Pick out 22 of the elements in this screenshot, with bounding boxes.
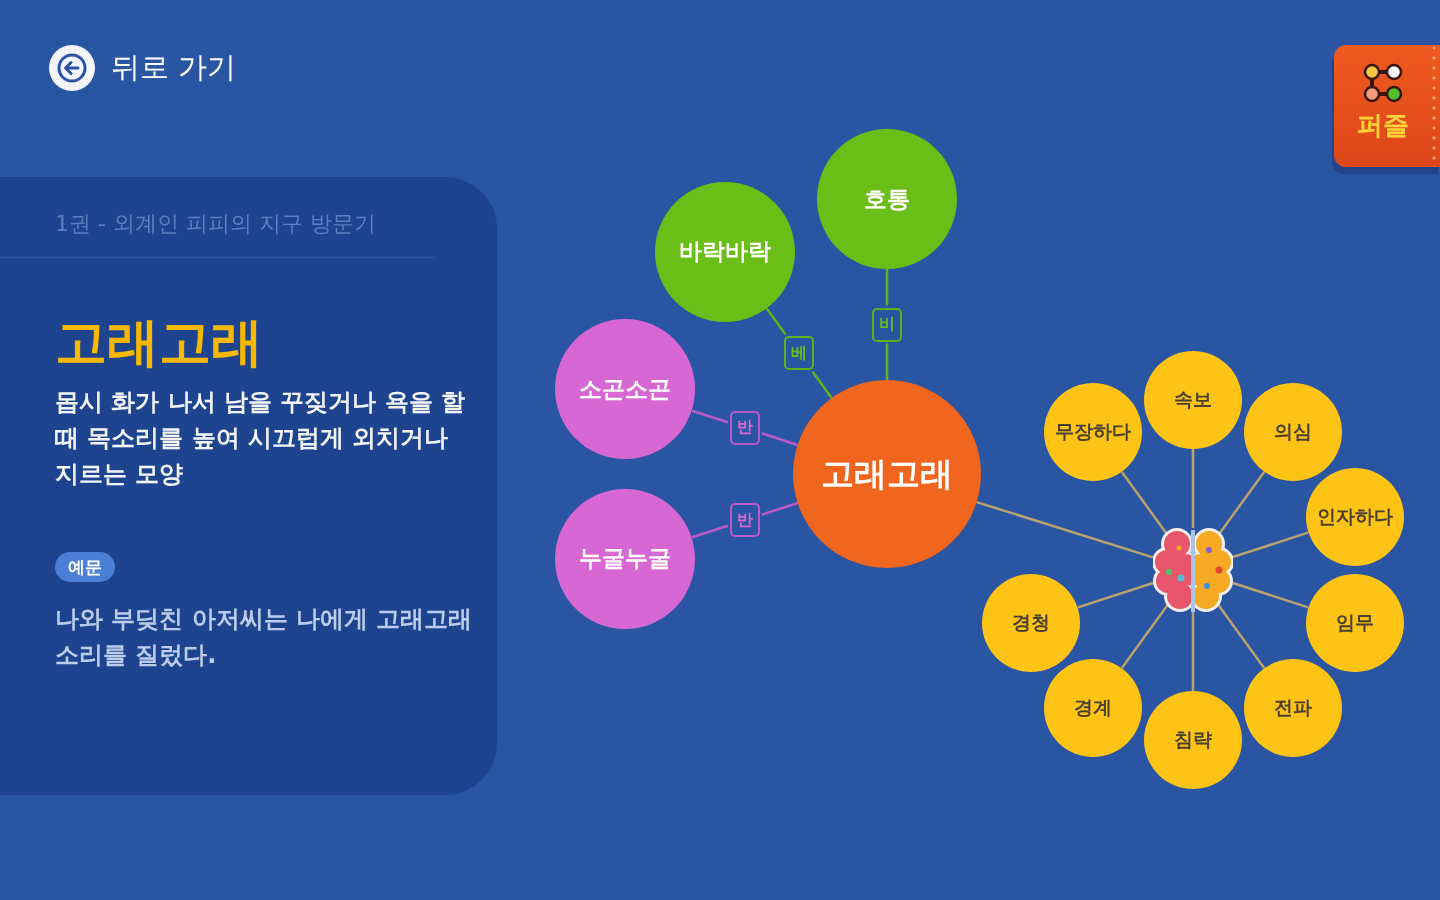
topic-word-node[interactable]: 의심 — [1243, 383, 1342, 482]
topic-word-node[interactable]: 경청 — [982, 573, 1081, 672]
book-title: 1권 - 외계인 피피의 지구 방문기 — [55, 210, 377, 238]
back-button[interactable]: 뒤로 가기 — [49, 45, 237, 91]
center-word-node: 고래고래 — [793, 380, 981, 568]
topic-word-node[interactable]: 무장하다 — [1044, 383, 1143, 482]
example-sentence: 나와 부딪친 아저씨는 나에게 고래고래 소리를 질렀다. — [55, 604, 474, 671]
topic-word-node[interactable]: 전파 — [1243, 658, 1342, 757]
word-definition: 몹시 화가 나서 남을 꾸짖거나 욕을 할 때 목소리를 높여 시끄럽게 외치거나 지르는 모양 — [55, 387, 467, 490]
brain-icon — [1153, 526, 1233, 614]
topic-word-node[interactable]: 인자하다 — [1305, 468, 1404, 567]
relation-tag: 비 — [872, 307, 902, 342]
relation-tag: 베 — [784, 336, 815, 371]
node-graph-icon — [1361, 61, 1405, 105]
topic-word-node[interactable]: 속보 — [1144, 351, 1242, 449]
topic-word-node[interactable]: 임무 — [1305, 573, 1404, 672]
example-tag: 예문 — [55, 552, 115, 582]
topic-word-node[interactable]: 경계 — [1044, 658, 1143, 757]
word-title: 고래고래 — [55, 312, 263, 372]
topic-word-node[interactable]: 침략 — [1144, 691, 1242, 789]
relation-tag: 반 — [729, 503, 760, 538]
relation-tag: 반 — [729, 410, 760, 445]
